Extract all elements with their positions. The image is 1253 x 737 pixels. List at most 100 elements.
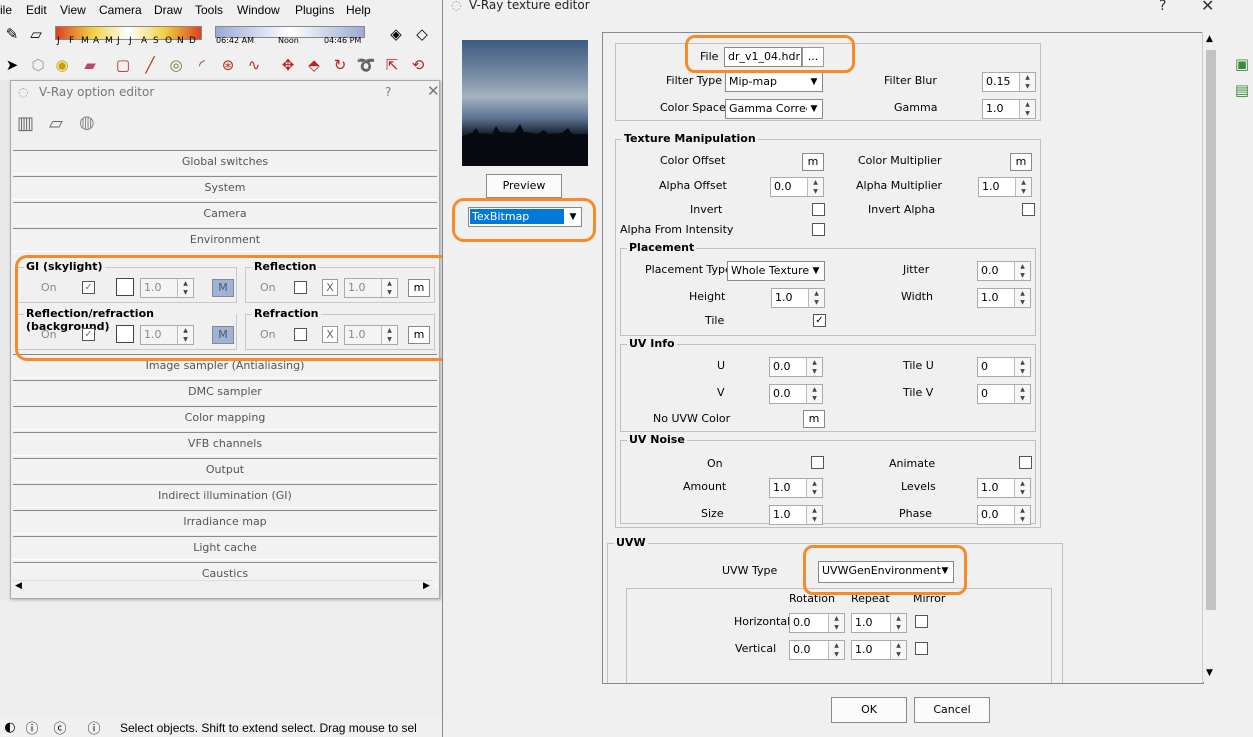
levels-spinner[interactable]: 1.0 ▲ ▼ <box>977 478 1031 498</box>
invert-alpha-checkbox[interactable] <box>1022 203 1035 216</box>
menu-help[interactable]: Help <box>346 3 371 17</box>
spinner-arrows-icon[interactable]: ▲ ▼ <box>1019 73 1035 91</box>
horizontal-repeat-spinner[interactable]: 1.0 ▲ ▼ <box>851 613 907 633</box>
rollout-system[interactable]: System <box>13 176 437 200</box>
spinner-arrows-icon[interactable]: ▲ ▼ <box>1014 262 1030 280</box>
follow-me-icon[interactable]: ➰ <box>356 55 376 75</box>
scroll-left-icon[interactable]: ◀ <box>15 581 22 591</box>
noise-on-checkbox[interactable] <box>811 456 824 469</box>
spinner-arrows-icon[interactable]: ▲ ▼ <box>807 178 823 196</box>
spinner-arrows-icon[interactable]: ▲ ▼ <box>828 614 844 632</box>
spinner-arrows-icon[interactable]: ▲ ▼ <box>1014 385 1030 403</box>
rollout-light-cache[interactable]: Light cache <box>13 536 437 560</box>
vertical-mirror-checkbox[interactable] <box>915 642 928 655</box>
menu-plugins[interactable]: Plugins <box>295 3 334 17</box>
rollout-global-switches[interactable]: Global switches <box>13 150 437 174</box>
eraser-icon[interactable]: ▱ <box>26 24 46 44</box>
horizontal-rotation-spinner[interactable]: 0.0 ▲ ▼ <box>789 613 845 633</box>
texture-editor-help-button[interactable]: ? <box>1159 0 1166 14</box>
placement-type-combo[interactable]: Whole Texture ▼ <box>727 261 825 281</box>
model-canvas[interactable] <box>0 600 442 717</box>
alpha-from-intensity-checkbox[interactable] <box>812 223 825 236</box>
rollout-output[interactable]: Output <box>13 458 437 482</box>
spinner-arrows-icon[interactable]: ▲ ▼ <box>1019 100 1035 118</box>
color-multiplier-map-button[interactable]: m <box>1010 153 1032 171</box>
invert-checkbox[interactable] <box>812 203 825 216</box>
select-arrow-icon[interactable]: ➤ <box>2 55 22 75</box>
rollout-irradiance-map[interactable]: Irradiance map <box>13 510 437 534</box>
spinner-arrows-icon[interactable]: ▲ ▼ <box>828 641 844 659</box>
color-offset-map-button[interactable]: m <box>802 153 824 171</box>
vertical-rotation-spinner[interactable]: 0.0 ▲ ▼ <box>789 640 845 660</box>
u-spinner[interactable]: 0.0 ▲ ▼ <box>769 357 823 377</box>
box-icon[interactable]: ◇ <box>412 24 432 44</box>
filter-blur-spinner[interactable]: 0.15 ▲ ▼ <box>982 72 1036 92</box>
size-spinner[interactable]: 1.0 ▲ ▼ <box>769 505 823 525</box>
layer-icon[interactable]: ▣ <box>1232 54 1252 74</box>
credits-icon[interactable]: ⓒ <box>50 717 70 737</box>
spinner-arrows-icon[interactable]: ▲ ▼ <box>1014 289 1030 307</box>
eraser-tool-icon[interactable]: ▰ <box>80 55 100 75</box>
spinner-arrows-icon[interactable]: ▲ ▼ <box>1014 358 1030 376</box>
spinner-arrows-icon[interactable]: ▲ ▼ <box>806 358 822 376</box>
geo-location-icon[interactable]: ◐ <box>0 717 20 737</box>
option-editor-close-button[interactable]: ✕ <box>427 82 440 100</box>
color-space-combo[interactable]: Gamma Correcte▼ <box>725 99 823 119</box>
pencil-icon[interactable]: ✎ <box>2 24 22 44</box>
cancel-button[interactable]: Cancel <box>914 697 990 723</box>
rollout-camera[interactable]: Camera <box>13 202 437 226</box>
height-spinner[interactable]: 1.0 ▲ ▼ <box>771 288 825 308</box>
tile-checkbox[interactable]: ✓ <box>813 314 826 327</box>
help-icon[interactable]: ⓘ <box>84 717 104 737</box>
tile-v-spinner[interactable]: 0 ▲ ▼ <box>977 384 1031 404</box>
no-uvw-color-map-button[interactable]: m <box>803 410 825 428</box>
spinner-arrows-icon[interactable]: ▲ ▼ <box>1014 506 1030 524</box>
rollout-dmc-sampler[interactable]: DMC sampler <box>13 380 437 404</box>
spinner-arrows-icon[interactable]: ▲ ▼ <box>806 479 822 497</box>
spinner-arrows-icon[interactable]: ▲ ▼ <box>806 385 822 403</box>
texture-editor-close-button[interactable]: ✕ <box>1201 0 1214 15</box>
move-icon[interactable]: ✥ <box>278 55 298 75</box>
tile-u-spinner[interactable]: 0 ▲ ▼ <box>977 357 1031 377</box>
scene-icon[interactable]: ▤ <box>1232 80 1252 100</box>
texture-editor-vscrollbar[interactable]: ▲ ▼ <box>1202 32 1219 682</box>
spinner-arrows-icon[interactable]: ▲ ▼ <box>808 289 824 307</box>
spinner-arrows-icon[interactable]: ▲ ▼ <box>806 506 822 524</box>
arc-icon[interactable]: ◜ <box>192 55 212 75</box>
freehand-icon[interactable]: ∿ <box>244 55 264 75</box>
jitter-spinner[interactable]: 0.0 ▲ ▼ <box>977 261 1031 281</box>
width-spinner[interactable]: 1.0 ▲ ▼ <box>977 288 1031 308</box>
spinner-arrows-icon[interactable]: ▲ ▼ <box>1014 479 1030 497</box>
rollout-color-mapping[interactable]: Color mapping <box>13 406 437 430</box>
preview-button[interactable]: Preview <box>486 174 562 198</box>
polygon-icon[interactable]: ⊛ <box>218 55 238 75</box>
ok-button[interactable]: OK <box>831 697 907 723</box>
spinner-arrows-icon[interactable]: ▲ ▼ <box>890 614 906 632</box>
paint-bucket-icon[interactable]: ◉ <box>52 55 72 75</box>
option-editor-hscrollbar[interactable]: ◀ ▶ <box>13 580 433 595</box>
option-editor-help-button[interactable]: ? <box>385 85 391 99</box>
scroll-right-icon[interactable]: ▶ <box>423 581 430 591</box>
offset-icon[interactable]: ⟲ <box>408 55 428 75</box>
gamma-spinner[interactable]: 1.0 ▲ ▼ <box>982 99 1036 119</box>
info-icon[interactable]: ⓘ <box>22 717 42 737</box>
vertical-repeat-spinner[interactable]: 1.0 ▲ ▼ <box>851 640 907 660</box>
v-spinner[interactable]: 0.0 ▲ ▼ <box>769 384 823 404</box>
reset-icon[interactable]: ◍ <box>79 112 101 134</box>
scroll-up-icon[interactable]: ▲ <box>1206 34 1213 44</box>
menu-file[interactable]: ile <box>0 3 12 17</box>
menu-edit[interactable]: Edit <box>26 3 47 17</box>
horizontal-mirror-checkbox[interactable] <box>915 615 928 628</box>
line-icon[interactable]: ╱ <box>140 55 160 75</box>
rollout-environment[interactable]: Environment <box>13 228 437 252</box>
rectangle-icon[interactable]: ▢ <box>113 55 133 75</box>
alpha-multiplier-spinner[interactable]: 1.0 ▲ ▼ <box>978 177 1032 197</box>
animate-checkbox[interactable] <box>1019 456 1032 469</box>
rotate-icon[interactable]: ↻ <box>330 55 350 75</box>
rollout-vfb-channels[interactable]: VFB channels <box>13 432 437 456</box>
menu-tools[interactable]: Tools <box>195 3 223 17</box>
menu-draw[interactable]: Draw <box>154 3 182 17</box>
push-pull-icon[interactable]: ⬘ <box>304 55 324 75</box>
save-icon[interactable]: ▥ <box>17 113 39 135</box>
alpha-offset-spinner[interactable]: 0.0 ▲ ▼ <box>770 177 824 197</box>
